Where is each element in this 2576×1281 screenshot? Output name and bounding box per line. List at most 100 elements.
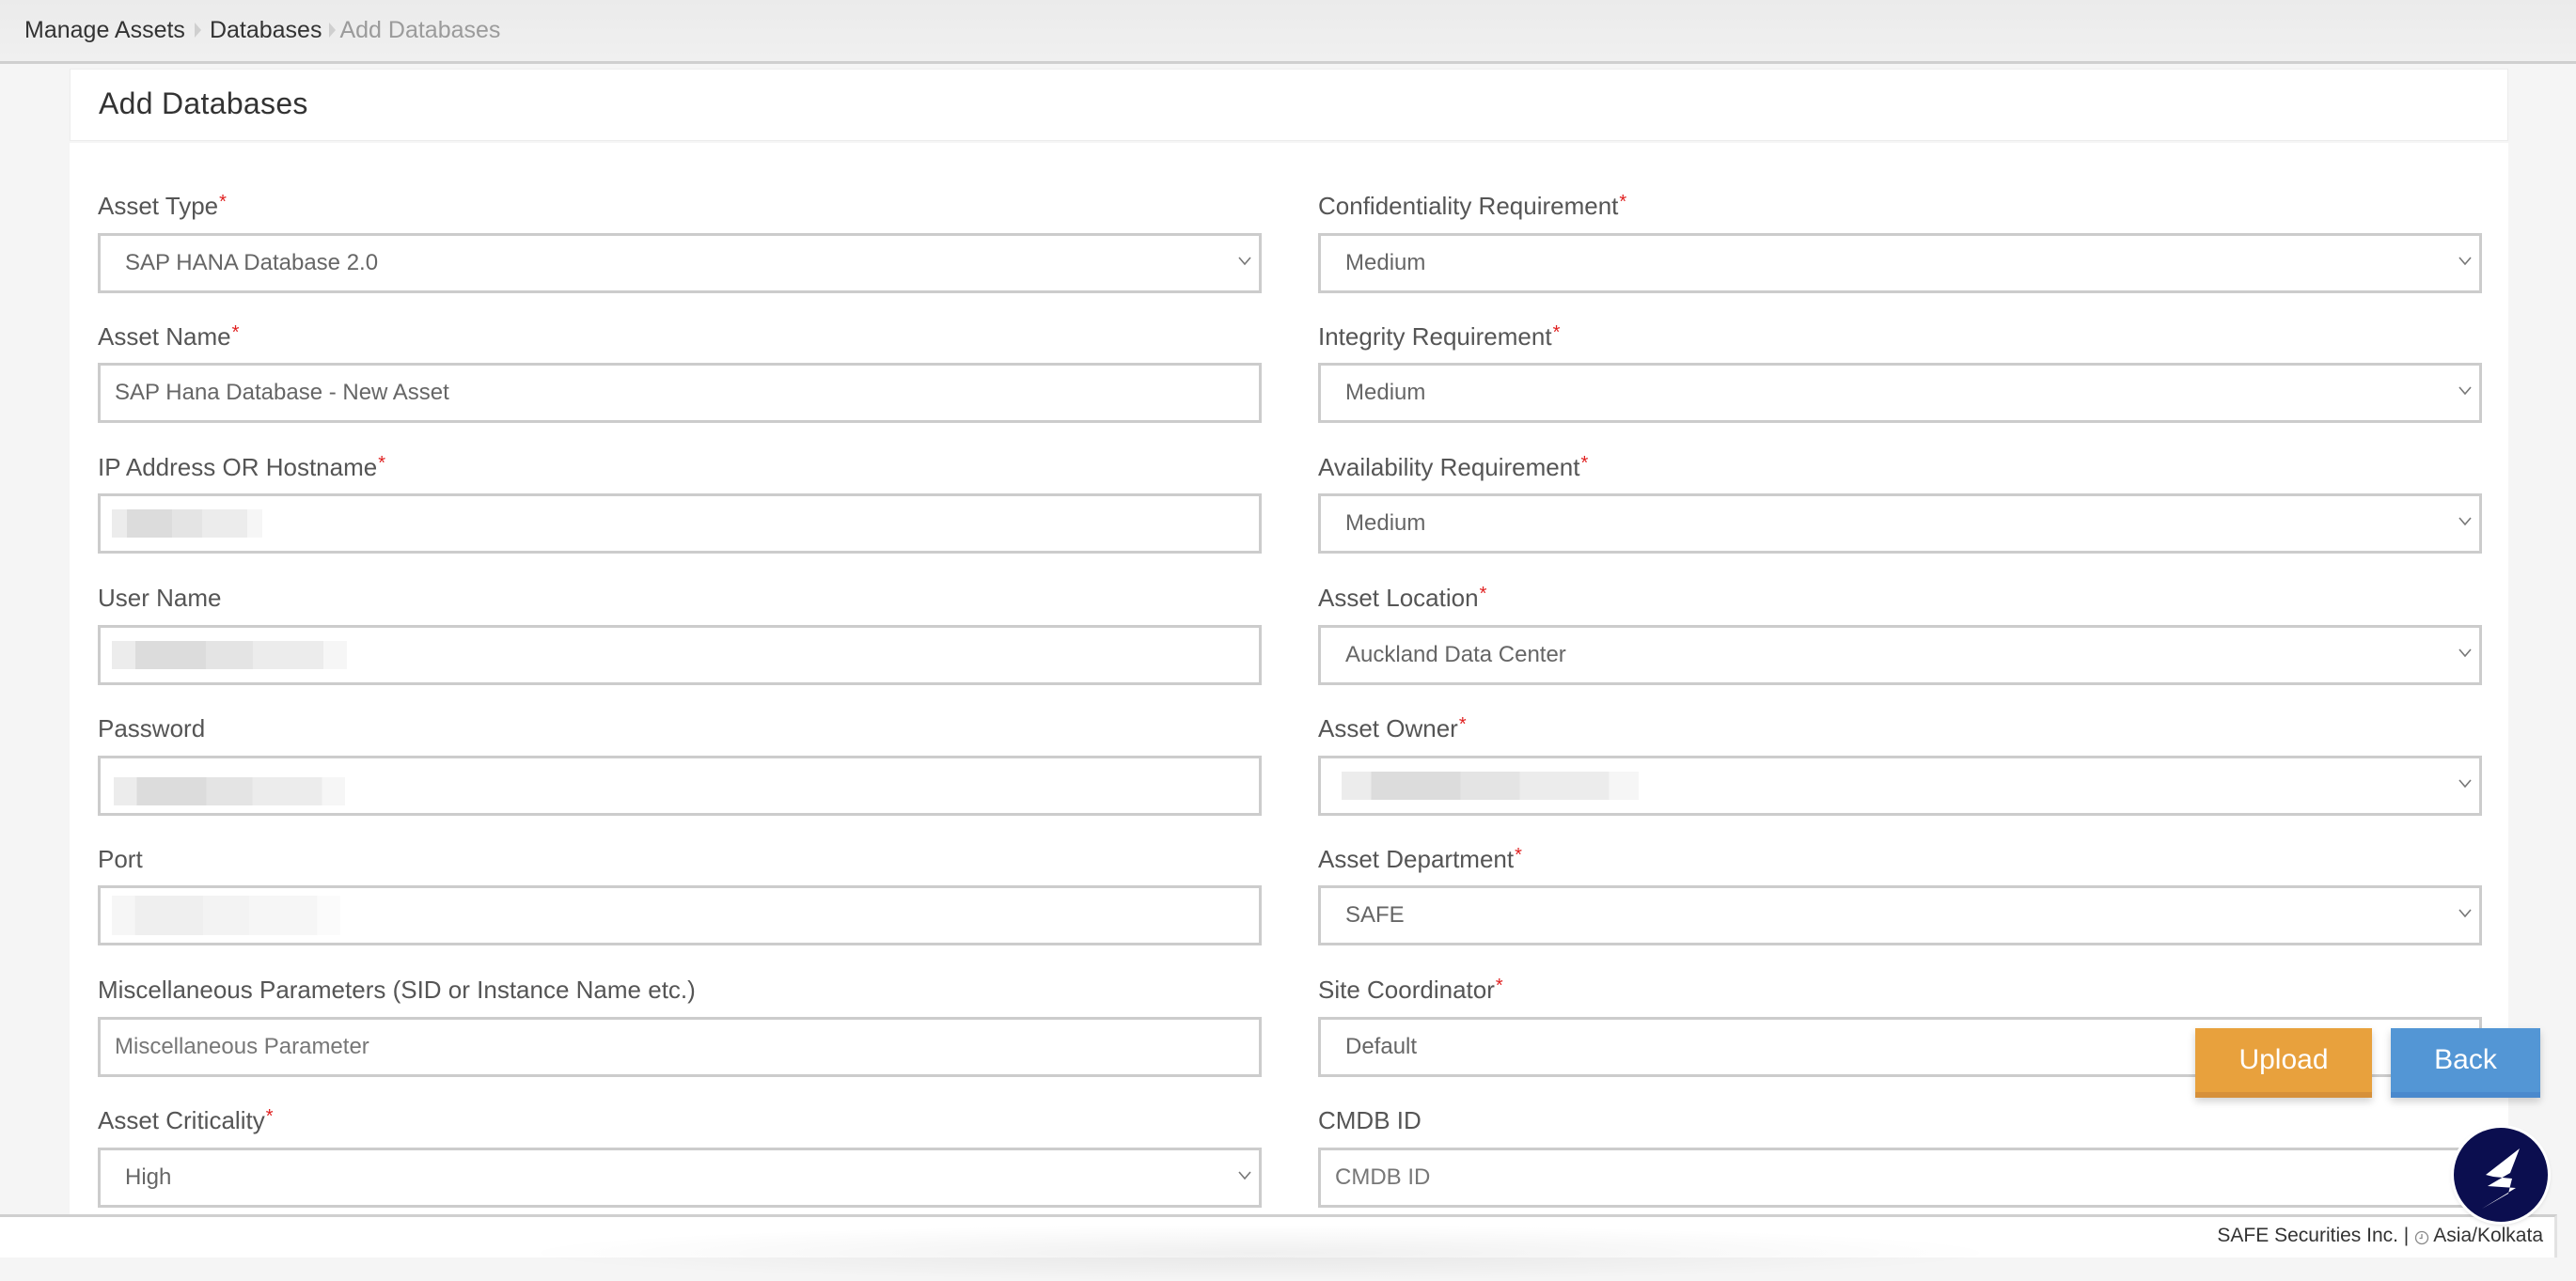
page-title: Add Databases [99,86,308,120]
asset-name-label: Asset Name* [98,322,239,351]
breadcrumb-separator-icon [194,23,201,38]
user-name-label: User Name [98,584,221,612]
ip-address-input[interactable] [98,493,1262,554]
chevron-down-icon [2458,257,2472,268]
upload-button[interactable]: Upload [2195,1028,2372,1098]
footer-info: SAFE Securities Inc. | Asia/Kolkata [2217,1225,2543,1247]
cmdb-id-placeholder: CMDB ID [1335,1164,1431,1190]
availability-value: Medium [1345,510,1426,536]
asset-location-label: Asset Location* [1318,584,1486,612]
misc-parameters-input[interactable]: Miscellaneous Parameter [98,1017,1262,1077]
asset-name-input[interactable]: SAP Hana Database - New Asset [98,363,1262,423]
redacted-value [112,509,262,538]
chevron-down-icon [1238,257,1251,268]
asset-criticality-label: Asset Criticality* [98,1106,274,1134]
port-input[interactable] [98,885,1262,945]
required-marker: * [378,453,386,474]
breadcrumb-add-databases: Add Databases [339,17,501,43]
required-marker: * [1495,976,1503,996]
asset-type-select[interactable]: SAP HANA Database 2.0 [98,233,1262,293]
asset-owner-select[interactable] [1318,756,2482,816]
asset-type-value: SAP HANA Database 2.0 [125,250,379,275]
required-marker: * [1515,845,1522,866]
label-text: Asset Location [1318,584,1479,612]
ip-address-label: IP Address OR Hostname* [98,453,385,481]
availability-select[interactable]: Medium [1318,493,2482,554]
label-text: Availability Requirement [1318,453,1580,481]
confidentiality-value: Medium [1345,250,1426,275]
redacted-value [112,896,340,935]
safe-logo-icon[interactable] [2454,1128,2548,1222]
integrity-label: Integrity Requirement* [1318,322,1560,351]
add-database-form: Asset Type* SAP HANA Database 2.0 Asset … [70,143,2508,1224]
label-text: Password [98,714,206,742]
back-button[interactable]: Back [2391,1028,2540,1098]
label-text: Asset Name [98,322,231,351]
required-marker: * [1458,714,1467,735]
redacted-value [112,641,347,669]
chevron-down-icon [2458,648,2472,660]
confidentiality-select[interactable]: Medium [1318,233,2482,293]
site-coordinator-value: Default [1345,1034,1418,1059]
chevron-down-icon [2458,386,2472,398]
card-header: Add Databases [70,69,2508,141]
asset-department-label: Asset Department* [1318,845,1522,873]
timezone: Asia/Kolkata [2433,1225,2543,1246]
label-text: Miscellaneous Parameters (SID or Instanc… [98,976,696,1004]
required-marker: * [231,322,240,343]
required-marker: * [1619,192,1627,212]
asset-criticality-value: High [125,1164,172,1190]
label-text: Site Coordinator [1318,976,1495,1004]
integrity-select[interactable]: Medium [1318,363,2482,423]
label-text: CMDB ID [1318,1106,1422,1134]
integrity-value: Medium [1345,380,1426,405]
misc-parameters-label: Miscellaneous Parameters (SID or Instanc… [98,976,696,1004]
asset-owner-label: Asset Owner* [1318,714,1467,742]
cmdb-id-input[interactable]: CMDB ID [1318,1148,2482,1208]
label-text: IP Address OR Hostname [98,453,378,481]
asset-location-select[interactable]: Auckland Data Center [1318,625,2482,685]
misc-parameters-placeholder: Miscellaneous Parameter [115,1034,369,1059]
asset-type-label: Asset Type* [98,192,227,220]
label-text: Confidentiality Requirement [1318,192,1619,220]
required-marker: * [1479,584,1487,604]
redacted-value [114,777,345,805]
asset-department-value: SAFE [1345,902,1405,928]
availability-label: Availability Requirement* [1318,453,1588,481]
label-text: Asset Criticality [98,1106,265,1134]
breadcrumb: Manage Assets Databases Add Databases [24,16,500,44]
chevron-down-icon [2458,909,2472,920]
user-name-input[interactable] [98,625,1262,685]
cmdb-id-label: CMDB ID [1318,1106,1422,1134]
password-input[interactable] [98,756,1262,816]
clock-icon [2414,1228,2429,1245]
top-bar: Manage Assets Databases Add Databases [0,0,2576,64]
required-marker: * [265,1106,274,1127]
footer: SAFE Securities Inc. | Asia/Kolkata [0,1214,2557,1281]
redacted-value [1342,772,1639,800]
breadcrumb-manage-assets[interactable]: Manage Assets [24,16,185,44]
chevron-down-icon [2458,779,2472,790]
asset-location-value: Auckland Data Center [1345,642,1566,667]
chevron-down-icon [1238,1171,1251,1182]
label-text: Port [98,845,143,873]
footer-shadow [508,1225,2012,1281]
label-text: User Name [98,584,222,612]
site-coordinator-label: Site Coordinator* [1318,976,1503,1004]
breadcrumb-databases[interactable]: Databases [210,16,322,44]
confidentiality-label: Confidentiality Requirement* [1318,192,1626,220]
chevron-down-icon [2458,517,2472,528]
label-text: Asset Type [98,192,219,220]
asset-department-select[interactable]: SAFE [1318,885,2482,945]
password-label: Password [98,714,205,742]
required-marker: * [1552,322,1561,343]
asset-criticality-select[interactable]: High [98,1148,1262,1208]
label-text: Integrity Requirement [1318,322,1552,351]
company-name: SAFE Securities Inc. | [2217,1225,2410,1246]
label-text: Asset Owner [1318,714,1458,742]
asset-name-value: SAP Hana Database - New Asset [115,380,449,405]
breadcrumb-separator-icon [329,23,337,38]
required-marker: * [219,192,227,212]
required-marker: * [1580,453,1589,474]
label-text: Asset Department [1318,845,1515,873]
